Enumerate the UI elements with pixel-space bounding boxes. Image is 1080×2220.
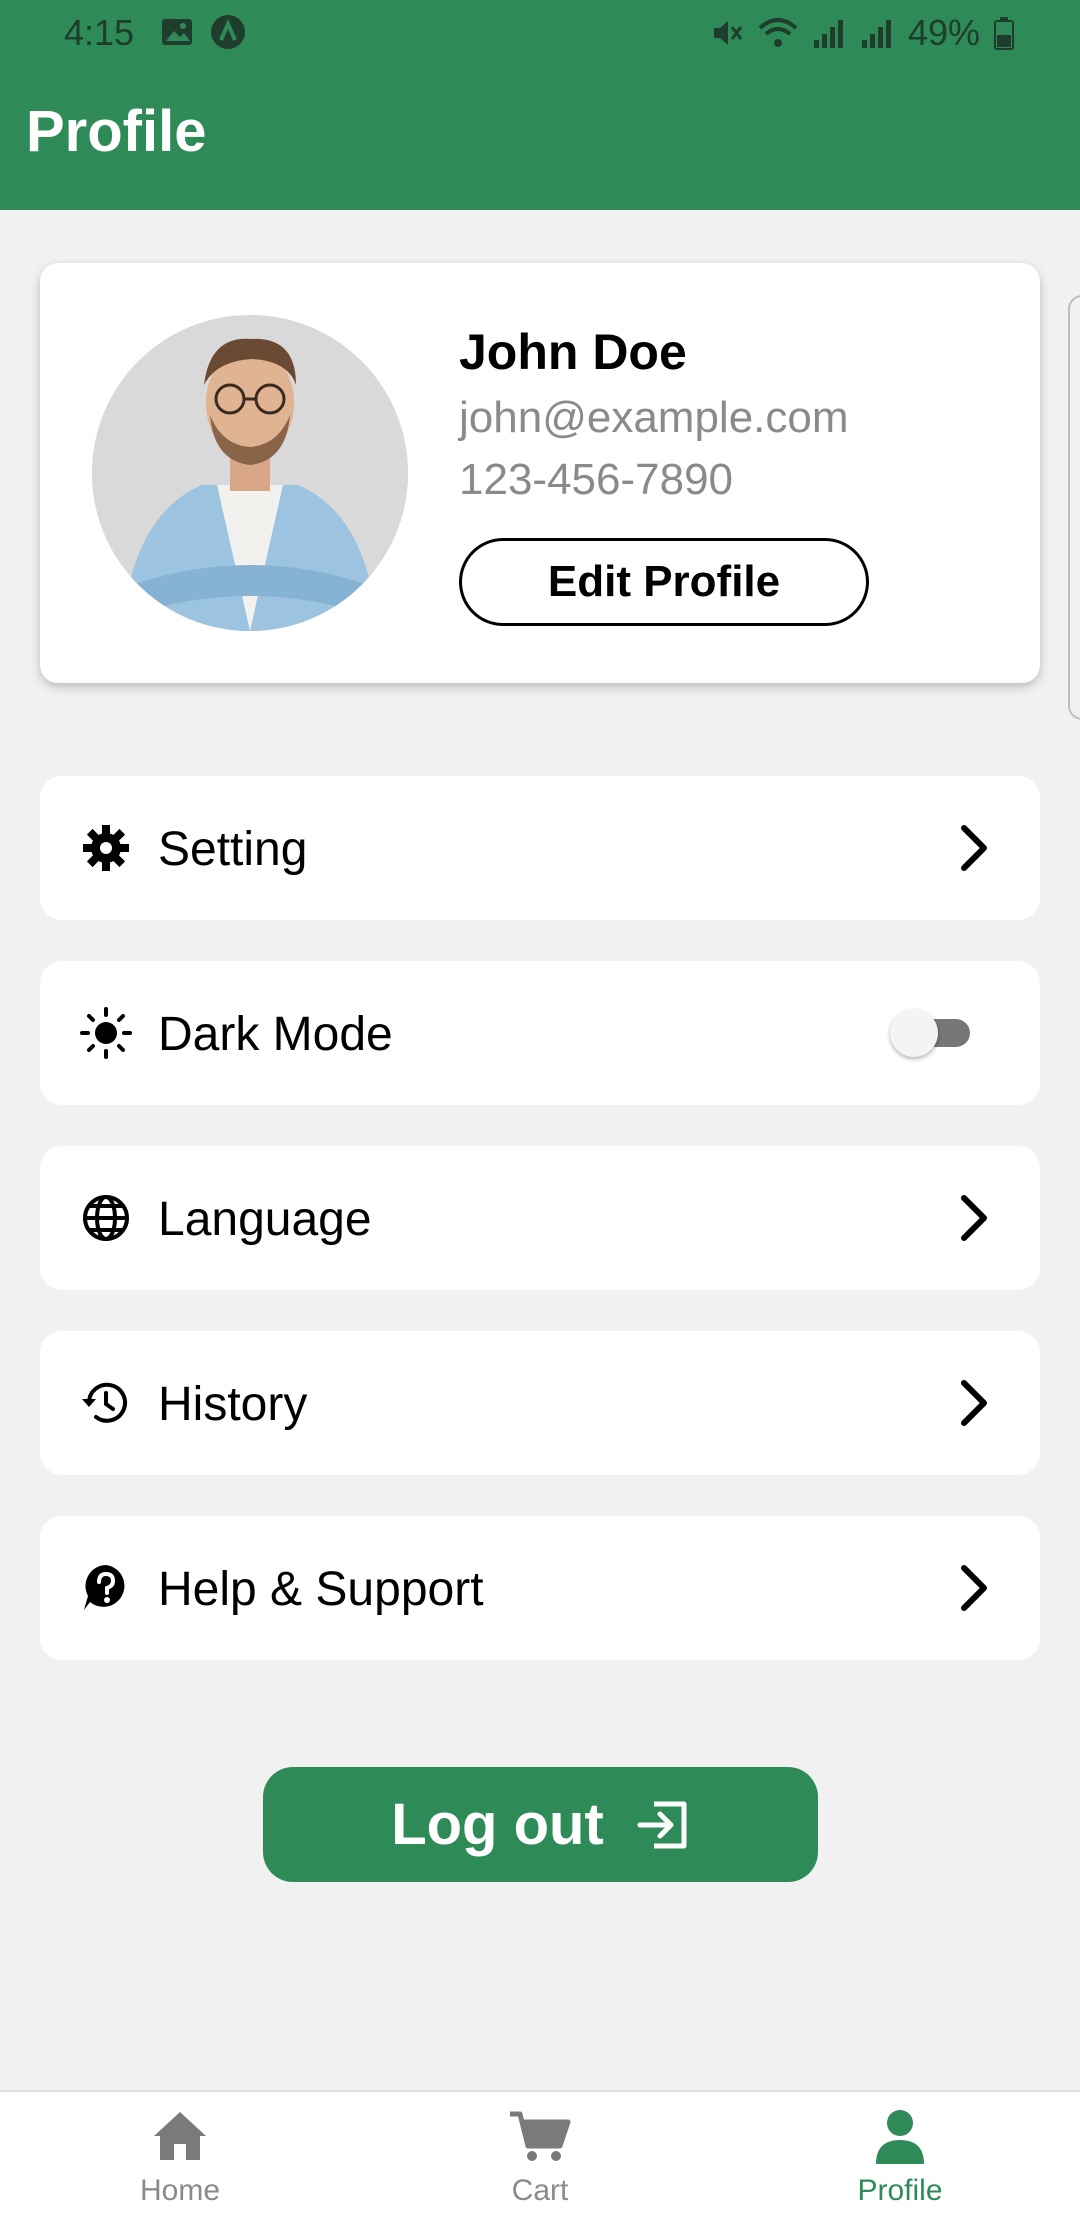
person-icon <box>876 2110 924 2164</box>
menu-label: History <box>158 1378 308 1431</box>
menu-label: Setting <box>158 823 308 876</box>
menu-label: Help & Support <box>158 1563 484 1616</box>
chevron-right-icon <box>961 1195 987 1241</box>
logout-button[interactable]: Log out <box>263 1767 818 1882</box>
signal-icon-2 <box>861 20 891 48</box>
logout-label: Log out <box>391 1792 604 1857</box>
sun-icon <box>80 1007 132 1059</box>
page-title: Profile <box>26 99 207 164</box>
nav-item-home[interactable]: Home <box>80 2108 280 2208</box>
wifi-icon <box>758 18 798 47</box>
profile-name: John Doe <box>459 324 687 380</box>
menu-label: Dark Mode <box>158 1008 393 1061</box>
gear-icon <box>83 825 129 871</box>
image-notification-icon <box>162 19 192 45</box>
menu-item-help-support[interactable]: Help & Support <box>40 1516 1040 1660</box>
avatar[interactable] <box>92 315 408 631</box>
menu-item-language[interactable]: Language <box>40 1146 1040 1290</box>
menu-item-setting[interactable]: Setting <box>40 776 1040 920</box>
chevron-right-icon <box>961 825 987 871</box>
edit-profile-button[interactable]: Edit Profile <box>459 538 869 626</box>
bottom-nav: Home Cart Profile <box>0 2090 1080 2220</box>
nav-label: Home <box>139 2174 221 2207</box>
battery-icon <box>994 17 1014 50</box>
dark-mode-toggle[interactable] <box>890 1009 970 1057</box>
profile-email: john@example.com <box>459 393 849 442</box>
nav-label: Profile <box>857 2174 943 2207</box>
nav-label: Cart <box>511 2174 569 2207</box>
profile-card: John Doe john@example.com 123-456-7890 E… <box>40 263 1040 683</box>
chevron-right-icon <box>961 1380 987 1426</box>
app-notification-icon <box>211 15 245 49</box>
help-icon <box>84 1565 125 1610</box>
menu-item-history[interactable]: History <box>40 1331 1040 1475</box>
menu-label: Language <box>158 1193 372 1246</box>
profile-phone: 123-456-7890 <box>459 455 734 504</box>
logout-icon <box>637 1801 687 1848</box>
chevron-right-icon <box>961 1565 987 1611</box>
cart-icon <box>510 2111 571 2161</box>
nav-item-cart[interactable]: Cart <box>440 2108 640 2208</box>
app-bar: 4:15 49% Profile <box>0 0 1080 210</box>
battery-percent: 49% <box>907 12 980 53</box>
home-icon <box>154 2112 206 2160</box>
side-drawer-handle[interactable] <box>1068 295 1080 720</box>
signal-icon <box>813 20 843 48</box>
status-bar: 4:15 49% <box>0 0 1080 66</box>
status-time: 4:15 <box>64 12 135 53</box>
toggle-thumb <box>890 1009 938 1057</box>
globe-icon <box>83 1195 129 1241</box>
nav-item-profile[interactable]: Profile <box>800 2108 1000 2208</box>
menu-item-dark-mode: Dark Mode <box>40 961 1040 1105</box>
mute-icon <box>713 21 743 45</box>
history-icon <box>82 1382 127 1423</box>
